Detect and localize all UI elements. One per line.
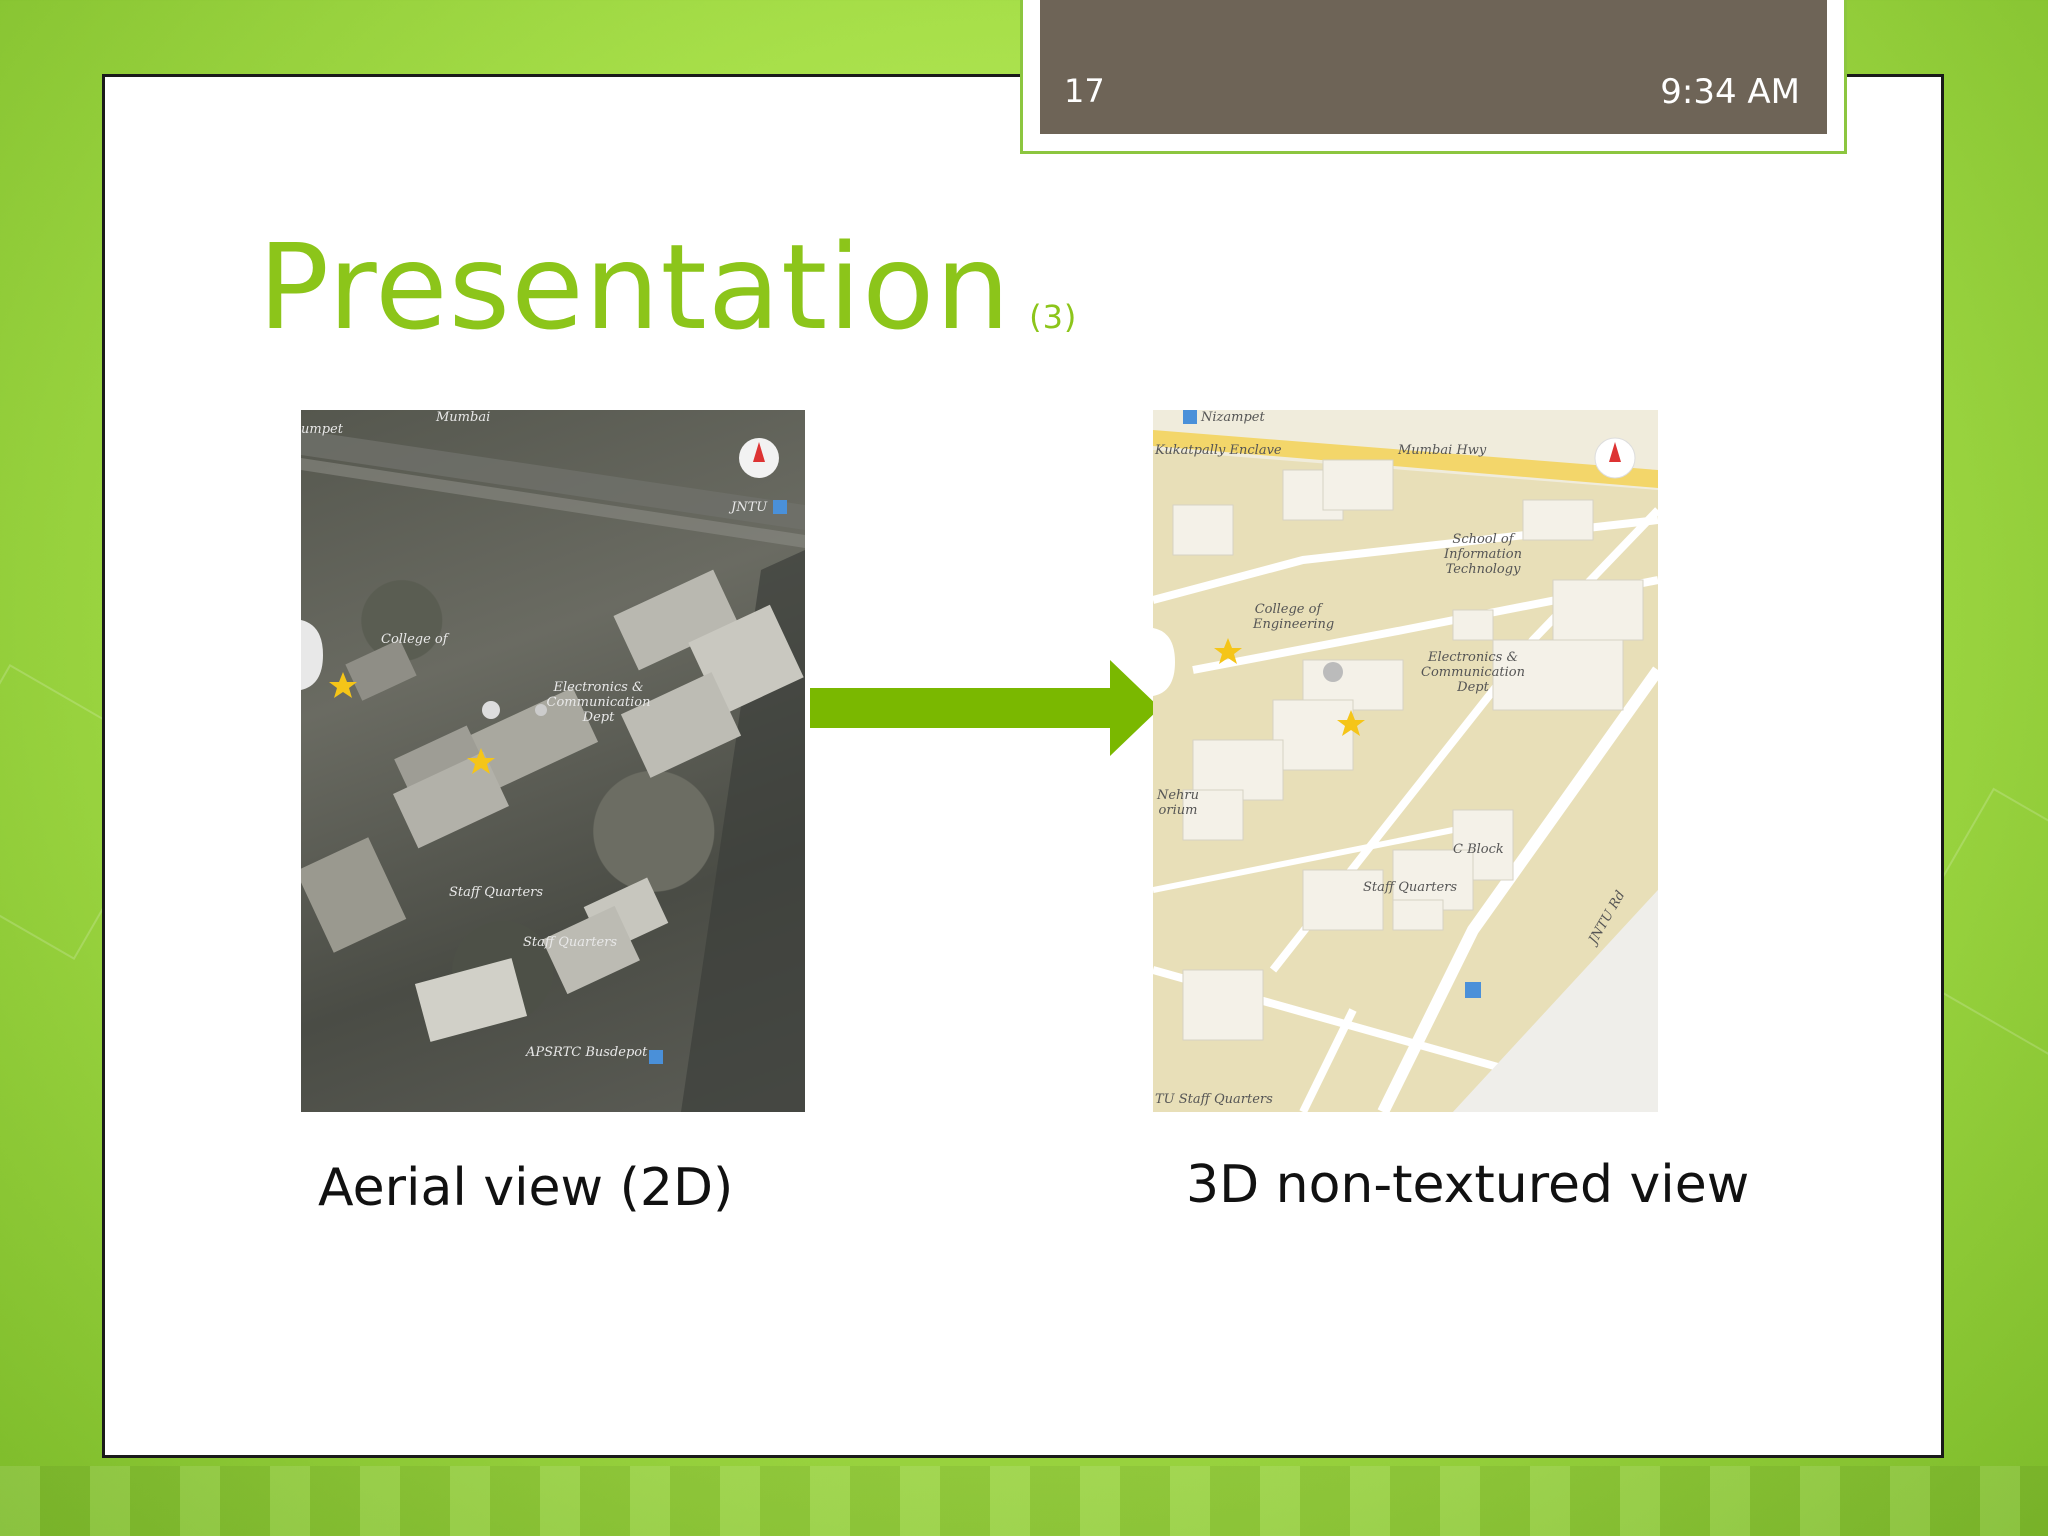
map-label: APSRTC Busdepot xyxy=(526,1045,648,1060)
map-label: Electronics & Communication Dept xyxy=(546,680,651,725)
map-label: College of Engineering xyxy=(1253,602,1335,632)
slide-header-bar xyxy=(1040,0,1827,134)
3d-map-graphic xyxy=(1153,410,1658,1112)
slide-title: Presentation (3) xyxy=(258,218,1077,356)
map-label: Staff Quarters xyxy=(449,885,544,900)
3d-view-caption: 3D non-textured view xyxy=(1186,1155,1750,1215)
map-label: Mumbai xyxy=(436,410,491,425)
arrow-right-icon xyxy=(810,660,1160,756)
map-label: C Block xyxy=(1453,842,1504,857)
map-label: JNTU xyxy=(731,500,768,515)
map-label: umpet xyxy=(301,422,343,437)
map-label: TU Staff Quarters xyxy=(1155,1092,1273,1107)
map-label: School of Information Technology xyxy=(1443,532,1523,577)
aerial-view-caption: Aerial view (2D) xyxy=(318,1158,734,1218)
map-label: Staff Quarters xyxy=(1363,880,1458,895)
map-label: Nehru orium xyxy=(1156,788,1200,818)
map-label: Electronics & Communication Dept xyxy=(1421,650,1525,695)
slide-title-text: Presentation xyxy=(258,218,1012,356)
map-label: Mumbai Hwy xyxy=(1398,443,1487,458)
3d-view-image: Nizampet Kukatpally Enclave Mumbai Hwy S… xyxy=(1153,410,1658,1112)
aerial-map-graphic xyxy=(301,430,805,1112)
map-label: Staff Quarters xyxy=(523,935,618,950)
map-label: Kukatpally Enclave xyxy=(1155,443,1282,458)
slide-time: 9:34 AM xyxy=(1660,72,1800,112)
map-label: Nizampet xyxy=(1201,410,1265,425)
slide-number: 17 xyxy=(1064,72,1105,110)
background-stripes xyxy=(0,1466,2048,1536)
slide-title-suffix: (3) xyxy=(1029,298,1078,336)
aerial-view-image: umpet Mumbai JNTU College of Electronics… xyxy=(301,410,805,1112)
map-label: College of xyxy=(381,632,448,647)
